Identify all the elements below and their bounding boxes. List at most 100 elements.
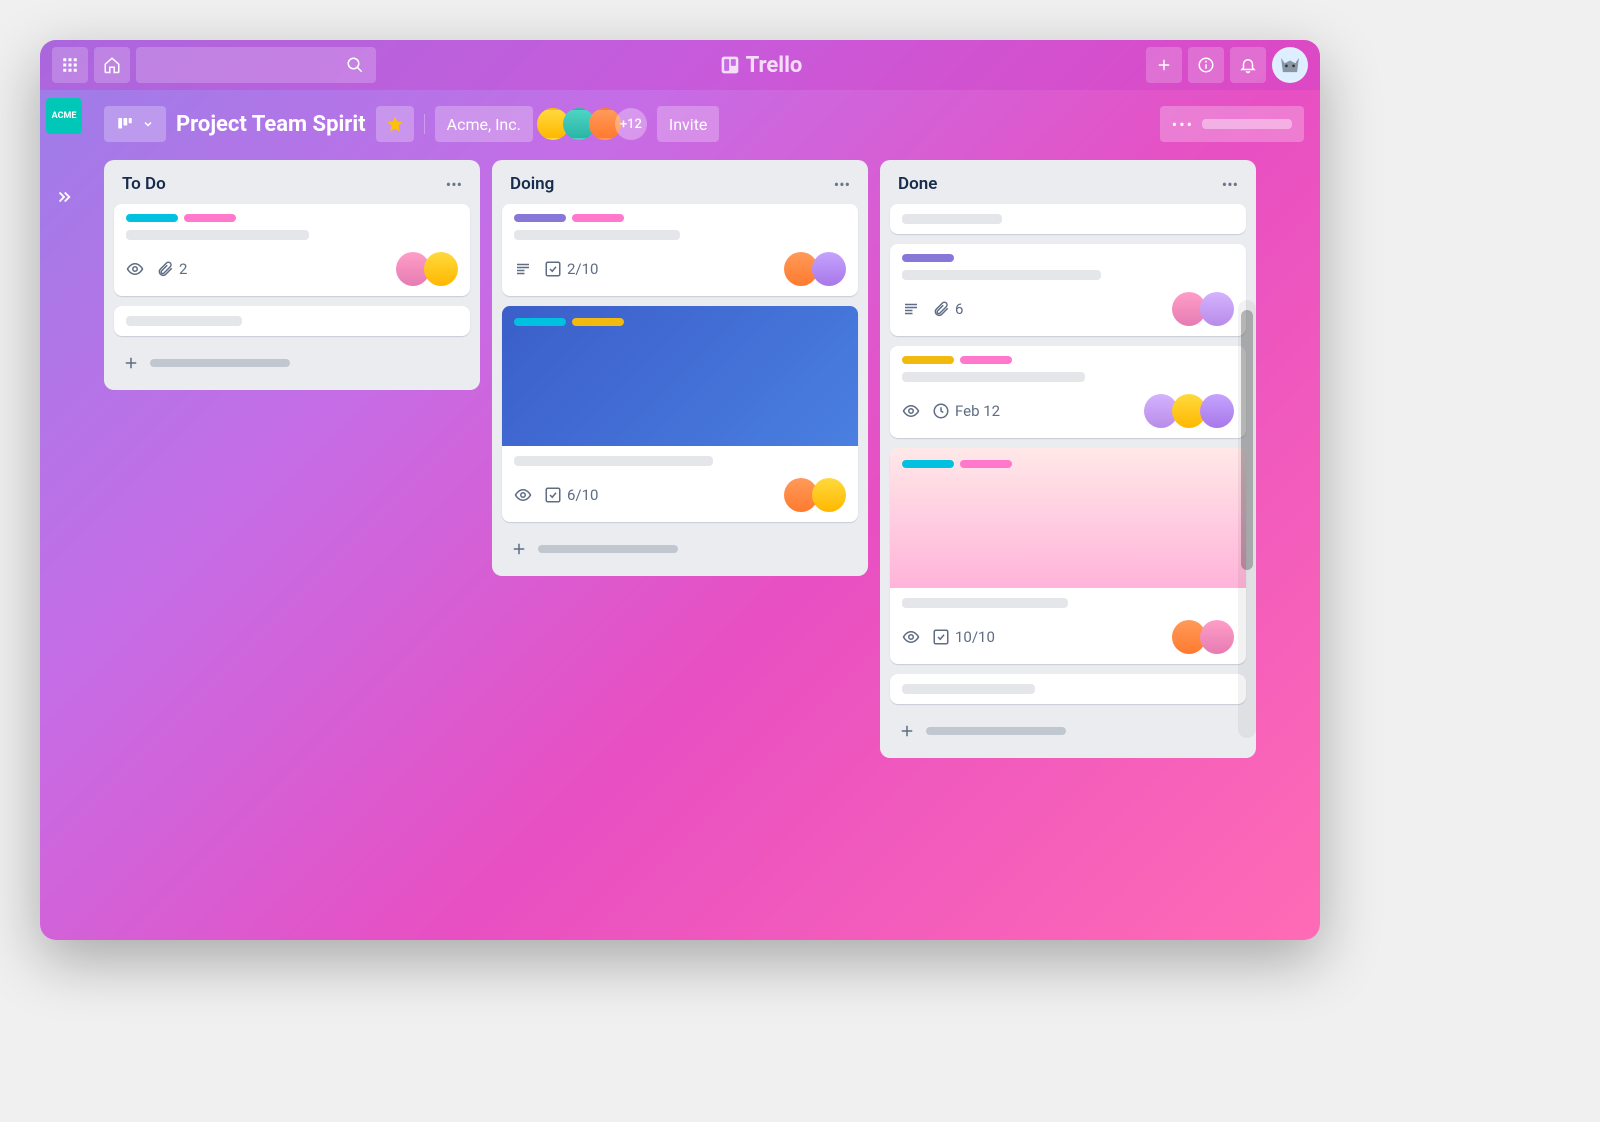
board-area: Project Team Spirit Acme, Inc. +12 Invit… (88, 90, 1320, 940)
brand-logo: Trello (382, 53, 1140, 78)
add-card-button[interactable] (114, 346, 470, 380)
description-icon (514, 260, 532, 278)
card-member-avatar[interactable] (812, 252, 846, 286)
trello-icon (720, 55, 740, 75)
home-icon (103, 56, 121, 74)
notifications-button[interactable] (1230, 47, 1266, 83)
list-menu-button[interactable]: ••• (834, 175, 850, 194)
attachment-badge: 2 (156, 260, 187, 278)
watch-badge (514, 486, 532, 504)
watch-badge (902, 402, 920, 420)
invite-button[interactable]: Invite (657, 106, 720, 142)
board-menu-button[interactable]: ••• (1160, 106, 1304, 142)
list-title[interactable]: Doing (510, 174, 554, 194)
menu-placeholder (1202, 119, 1292, 129)
home-button[interactable] (94, 47, 130, 83)
list-menu-button[interactable]: ••• (446, 175, 462, 194)
divider (424, 114, 425, 134)
list-scrollbar[interactable] (1238, 300, 1256, 738)
card-member-avatar[interactable] (1200, 292, 1234, 326)
eye-icon (902, 628, 920, 646)
list-title[interactable]: Done (898, 174, 937, 194)
info-button[interactable] (1188, 47, 1224, 83)
search-input[interactable] (136, 47, 376, 83)
plus-icon (898, 722, 916, 740)
label-chip[interactable] (126, 214, 178, 222)
search-icon (346, 56, 364, 74)
label-chip[interactable] (960, 356, 1012, 364)
checklist-count: 6/10 (567, 486, 598, 504)
card-member-avatar[interactable] (1200, 394, 1234, 428)
card-cover (890, 448, 1246, 588)
label-chip[interactable] (960, 460, 1012, 468)
eye-icon (126, 260, 144, 278)
ellipsis-icon: ••• (1172, 115, 1194, 134)
expand-sidebar-button[interactable] (55, 188, 73, 210)
label-chip[interactable] (902, 356, 954, 364)
card[interactable]: Feb 12 (890, 346, 1246, 438)
card[interactable] (114, 306, 470, 336)
label-chip[interactable] (902, 254, 954, 262)
checklist-badge: 10/10 (932, 628, 995, 646)
watch-badge (126, 260, 144, 278)
board-view-switcher[interactable] (104, 106, 166, 142)
chevron-double-right-icon (55, 188, 73, 206)
sidebar: ACME (40, 90, 88, 940)
label-chip[interactable] (514, 318, 566, 326)
app-window: Trello ACME Project (40, 40, 1320, 940)
list-menu-button[interactable]: ••• (1222, 175, 1238, 194)
user-avatar[interactable] (1272, 47, 1308, 83)
card[interactable]: 2 (114, 204, 470, 296)
workspace-link[interactable]: Acme, Inc. (435, 106, 533, 142)
card[interactable] (890, 204, 1246, 234)
card[interactable] (890, 674, 1246, 704)
label-chip[interactable] (572, 318, 624, 326)
card[interactable]: 10/10 (890, 448, 1246, 664)
add-card-button[interactable] (890, 714, 1246, 748)
card-member-avatar[interactable] (812, 478, 846, 512)
board-header: Project Team Spirit Acme, Inc. +12 Invit… (104, 102, 1304, 146)
member-overflow-count[interactable]: +12 (615, 108, 647, 140)
list-title[interactable]: To Do (122, 174, 166, 194)
card[interactable]: 6/10 (502, 306, 858, 522)
label-chip[interactable] (514, 214, 566, 222)
paperclip-icon (932, 300, 950, 318)
workspace-tile[interactable]: ACME (46, 98, 82, 134)
card[interactable]: 6 (890, 244, 1246, 336)
board-title[interactable]: Project Team Spirit (176, 112, 366, 137)
label-chip[interactable] (184, 214, 236, 222)
plus-icon (510, 540, 528, 558)
label-chip[interactable] (572, 214, 624, 222)
clock-icon (932, 402, 950, 420)
card[interactable]: 2/10 (502, 204, 858, 296)
apps-menu-button[interactable] (52, 47, 88, 83)
board-members[interactable]: +12 (543, 108, 647, 140)
eye-icon (902, 402, 920, 420)
attachment-count: 2 (179, 260, 187, 278)
paperclip-icon (156, 260, 174, 278)
main-content: ACME Project Team Spirit Acme, Inc. (40, 90, 1320, 940)
checklist-badge: 6/10 (544, 486, 598, 504)
checklist-count: 10/10 (955, 628, 995, 646)
create-button[interactable] (1146, 47, 1182, 83)
due-date: Feb 12 (955, 402, 1000, 420)
list-doing: Doing ••• (492, 160, 868, 576)
attachment-count: 6 (955, 300, 963, 318)
star-button[interactable] (376, 106, 414, 142)
card-member-avatar[interactable] (424, 252, 458, 286)
watch-badge (902, 628, 920, 646)
checklist-count: 2/10 (567, 260, 598, 278)
checklist-icon (544, 260, 562, 278)
bell-icon (1239, 56, 1257, 74)
card-cover (502, 306, 858, 446)
checklist-badge: 2/10 (544, 260, 598, 278)
scroll-thumb[interactable] (1241, 310, 1253, 570)
label-chip[interactable] (902, 460, 954, 468)
checklist-icon (544, 486, 562, 504)
list-todo: To Do ••• (104, 160, 480, 390)
grid-icon (61, 56, 79, 74)
add-card-button[interactable] (502, 532, 858, 566)
card-member-avatar[interactable] (1200, 620, 1234, 654)
due-date-badge: Feb 12 (932, 402, 1000, 420)
info-icon (1197, 56, 1215, 74)
